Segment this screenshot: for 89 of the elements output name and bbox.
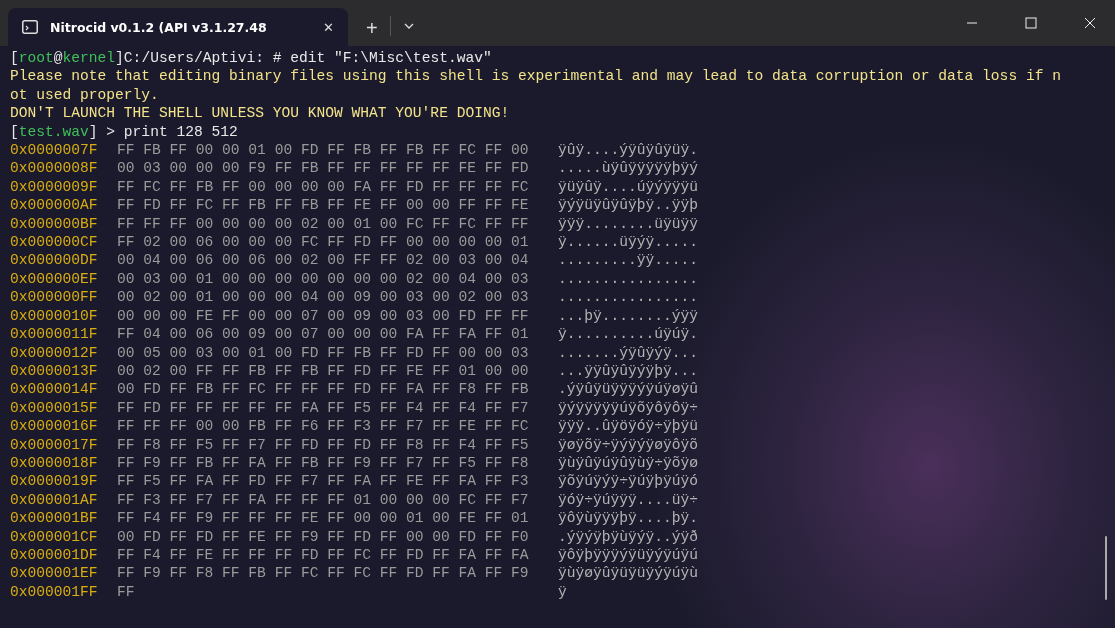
address-text: 0x000001FF	[10, 582, 99, 602]
address-text: 0x000001DF	[10, 545, 99, 565]
address-text: 0x0000014F	[10, 380, 99, 399]
chevron-down-icon[interactable]	[402, 22, 415, 30]
address-text: 0x0000012F	[10, 343, 99, 362]
hex-bytes: 00 FD FF FB FF FC FF FF FF FD FF FA FF F8 FF FB	[117, 380, 530, 399]
address-text: 0x0000016F	[10, 417, 99, 436]
address-text: 0x0000011F	[10, 325, 99, 344]
address-text: 0x0000019F	[10, 472, 99, 491]
address-text: 0x0000015F	[10, 398, 99, 418]
ascii-text: ÿôÿþÿÿÿýÿüÿýÿúÿú	[558, 545, 699, 565]
address-text: 0x0000008F	[10, 159, 99, 178]
hex-bytes: FF FF FF 00 00 00 00 02 00 01 00 FC FF FC FF FF	[117, 214, 530, 234]
ascii-text: ................	[558, 288, 699, 307]
hex-bytes: FF F4 FF FE FF FF FF FD FF FC FF FD FF FA FF FA	[117, 545, 530, 565]
ascii-text: ÿýÿüÿûÿûÿþÿ..ÿÿþ	[558, 196, 699, 215]
hex-bytes: 00 03 00 01 00 00 00 00 00 00 00 02 00 04 00 03	[117, 269, 530, 289]
hex-bytes: FF 02 00 06 00 00 00 FC FF FD FF 00 00 00 00 01	[117, 233, 530, 252]
hex-bytes: FF 04 00 06 00 09 00 07 00 00 00 FA FF FA FF 01	[117, 325, 530, 344]
address-text: 0x000000FF	[10, 288, 99, 307]
address-text: 0x000000EF	[10, 269, 99, 289]
address-text: 0x0000010F	[10, 306, 99, 326]
ascii-text: .....ùÿûÿÿÿÿÿþÿý	[558, 159, 699, 178]
hex-bytes: 00 00 00 FE FF 00 00 07 00 09 00 03 00 FD FF FF	[117, 306, 530, 326]
hex-bytes: 00 04 00 06 00 06 00 02 00 FF FF 02 00 03 00 04	[117, 251, 530, 270]
close-tab-button[interactable]: ✕	[319, 17, 338, 37]
warning-text: DON'T LAUNCH THE SHELL UNLESS YOU KNOW WHAT YOU'RE DOING!	[10, 104, 511, 123]
hex-bytes: FF F9 FF F8 FF FB FF FC FF FC FF FD FF FA FF F9	[117, 564, 530, 583]
hex-bytes: FF	[117, 582, 136, 602]
ascii-text: ÿÿÿ..ûÿöÿóÿ÷ÿþÿü	[558, 417, 699, 436]
tab-title: Nitrocid v0.1.2 (API v3.1.27.48	[50, 19, 268, 35]
hex-bytes: FF F9 FF FB FF FA FF FB FF F9 FF F7 FF F5 FF F8	[117, 453, 530, 473]
address-text: 0x0000017F	[10, 435, 99, 454]
terminal-tab[interactable]: Nitrocid v0.1.2 (API v3.1.27.48 ✕	[8, 8, 348, 46]
ascii-text: ÿùÿûÿúÿûÿùÿ÷ÿõÿø	[558, 453, 699, 473]
hex-bytes: FF FF FF 00 00 FB FF F6 FF F3 FF F7 FF FE FF FC	[117, 417, 530, 436]
new-tab-button[interactable]: +	[362, 18, 382, 38]
ascii-text: ÿøÿõÿ÷ÿýÿýÿøÿôÿõ	[558, 435, 699, 454]
address-text: 0x000000DF	[10, 251, 99, 270]
ascii-text: ÿüÿûÿ....úÿýÿÿÿü	[558, 177, 699, 197]
ascii-text: .........ÿÿ.....	[558, 251, 699, 270]
hex-bytes: FF FB FF 00 00 01 00 FD FF FB FF FB FF FC FF 00	[117, 141, 530, 160]
address-text: 0x000000BF	[10, 214, 99, 234]
address-text: 0x0000018F	[10, 453, 99, 473]
ascii-text: .ýÿýÿþÿùÿýÿ..ýÿð	[558, 527, 699, 546]
hex-bytes: FF FD FF FF FF FF FF FA FF F5 FF F4 FF F4 FF F7	[117, 398, 530, 418]
address-text: 0x000001AF	[10, 490, 99, 510]
ascii-text: ÿ	[558, 582, 567, 602]
ascii-text: ................	[558, 269, 699, 289]
warning-text: Please note that editing binary files using this shell is experimental and may lead to data corruption or data loss if n	[10, 67, 1062, 86]
address-text: 0x000001EF	[10, 564, 99, 583]
address-text: 0x0000009F	[10, 177, 99, 197]
hex-bytes: FF FD FF FC FF FB FF FB FF FE FF 00 00 FF FF FE	[117, 196, 530, 215]
hex-bytes: FF FC FF FB FF 00 00 00 00 FA FF FD FF FF FF FC	[117, 177, 530, 197]
address-text: 0x000001CF	[10, 527, 99, 546]
ascii-text: ...ÿÿûÿûÿýÿþÿ...	[558, 361, 699, 381]
hex-bytes: FF F4 FF F9 FF FF FF FE FF 00 00 01 00 FE FF 01	[117, 509, 530, 528]
address-text: 0x000000AF	[10, 196, 99, 215]
hex-bytes: FF F5 FF FA FF FD FF F7 FF FA FF FE FF FA FF F3	[117, 472, 530, 491]
hex-bytes: FF F3 FF F7 FF FA FF FF FF 01 00 00 00 FC FF F7	[117, 490, 530, 510]
warning-text: ot used properly.	[10, 85, 160, 105]
ascii-text: ÿõÿúÿýÿ÷ÿúÿþÿúÿó	[558, 472, 699, 491]
terminal-icon	[22, 20, 38, 34]
scrollbar[interactable]	[1105, 536, 1107, 600]
hex-bytes: FF F8 FF F5 FF F7 FF FD FF FD FF F8 FF F4 FF F5	[117, 435, 530, 454]
ascii-text: ÿÿÿ........üÿüÿÿ	[558, 214, 699, 234]
address-text: 0x0000007F	[10, 141, 99, 160]
ascii-text: ÿùÿøÿûÿüÿüÿýÿúÿù	[558, 564, 699, 583]
ascii-text: .......ýÿûÿýÿ...	[558, 343, 699, 362]
hex-bytes: 00 05 00 03 00 01 00 FD FF FB FF FD FF 00 00 03	[117, 343, 530, 362]
address-text: 0x000000CF	[10, 233, 99, 252]
ascii-text: ÿôÿùÿÿÿþÿ....þÿ.	[558, 509, 699, 528]
command-line: [root@kernel]C:/Users/Aptivi: # edit "F:\Misc\test.wav"	[10, 49, 493, 68]
address-text: 0x000001BF	[10, 509, 99, 528]
hex-bytes: 00 03 00 00 00 F9 FF FB FF FF FF FF FF FE FF FD	[117, 159, 530, 178]
close-icon[interactable]	[1084, 17, 1096, 29]
hex-bytes: 00 02 00 01 00 00 00 04 00 09 00 03 00 02 00 03	[117, 288, 530, 307]
ascii-text: .ýÿûÿüÿÿÿýÿúÿøÿû	[558, 380, 699, 399]
command-line: [test.wav] > print 128 512	[10, 122, 239, 142]
hex-bytes: 00 02 00 FF FF FB FF FB FF FD FF FE FF 01 00 00	[117, 361, 530, 381]
ascii-text: ...þÿ........ýÿÿ	[558, 306, 699, 326]
maximize-icon[interactable]	[1025, 17, 1037, 29]
address-text: 0x0000013F	[10, 361, 99, 381]
hex-bytes: 00 FD FF FD FF FE FF F9 FF FD FF 00 00 FD FF F0	[117, 527, 530, 546]
ascii-text: ÿýÿÿÿÿÿúÿõÿôÿôÿ÷	[558, 398, 699, 418]
ascii-text: ÿ..........úÿúÿ.	[558, 325, 699, 344]
ascii-text: ÿûÿ....ýÿûÿûÿüÿ.	[558, 141, 699, 160]
ascii-text: ÿóÿ÷ÿúÿÿÿ....üÿ÷	[558, 490, 699, 510]
ascii-text: ÿ......üÿýÿ.....	[558, 233, 699, 252]
